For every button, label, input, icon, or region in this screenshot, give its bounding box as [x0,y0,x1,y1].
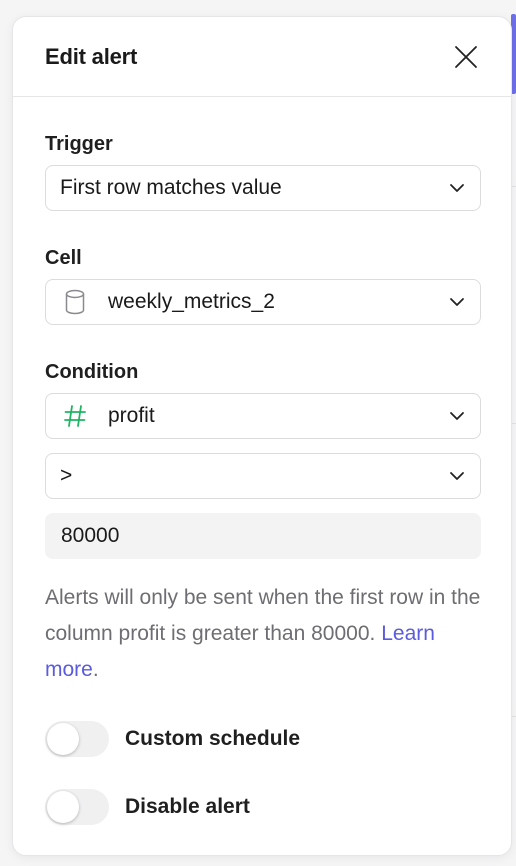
condition-column-value: profit [108,404,155,427]
cell-select-value: weekly_metrics_2 [108,290,275,313]
cell-label: Cell [45,247,82,269]
toggle-knob [47,723,79,755]
database-icon [60,289,90,315]
hash-icon [60,404,90,428]
cell-select[interactable]: weekly_metrics_2 [45,279,481,325]
panel-title: Edit alert [45,43,138,69]
trigger-select[interactable]: First row matches value [45,165,481,211]
toggle-knob [47,791,79,823]
condition-label: Condition [45,361,139,383]
custom-schedule-row: Custom schedule [45,721,300,757]
disable-alert-toggle[interactable] [45,789,109,825]
custom-schedule-toggle[interactable] [45,721,109,757]
condition-value-input[interactable]: 80000 [45,513,481,559]
condition-value-text: 80000 [61,524,120,547]
trigger-select-value: First row matches value [60,176,282,199]
disable-alert-row: Disable alert [45,789,250,825]
panel-header: Edit alert [13,17,511,97]
chevron-down-icon [450,298,464,306]
help-text: Alerts will only be sent when the first … [45,580,485,688]
trigger-label: Trigger [45,133,113,155]
close-icon [455,45,477,68]
chevron-down-icon [450,412,464,420]
close-button[interactable] [451,42,481,72]
disable-alert-label: Disable alert [125,795,250,818]
chevron-down-icon [450,472,464,480]
condition-operator-value: > [60,464,73,487]
custom-schedule-label: Custom schedule [125,727,301,750]
edit-alert-panel: Edit alert Trigger First row matches val… [12,16,512,856]
help-text-period: . [92,658,99,681]
condition-operator-select[interactable]: > [45,453,481,499]
condition-column-select[interactable]: profit [45,393,481,439]
chevron-down-icon [450,184,464,192]
